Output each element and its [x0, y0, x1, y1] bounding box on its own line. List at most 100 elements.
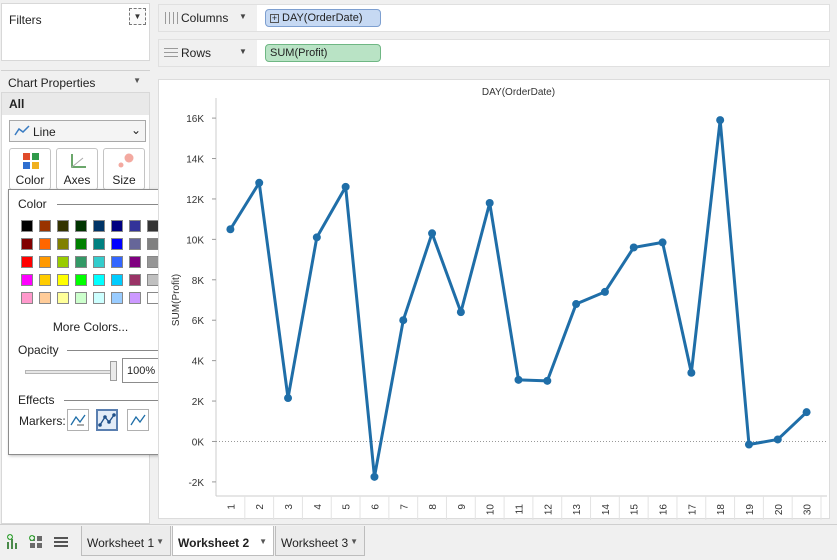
- chevron-down-icon[interactable]: ▼: [156, 537, 164, 546]
- chevron-down-icon[interactable]: ▼: [239, 12, 247, 21]
- chart-properties-header[interactable]: Chart Properties ▼: [1, 70, 150, 92]
- color-swatch[interactable]: [57, 220, 69, 232]
- data-point[interactable]: [255, 178, 264, 187]
- more-colors-link[interactable]: More Colors...: [9, 320, 172, 334]
- color-swatch[interactable]: [21, 238, 33, 250]
- color-swatch[interactable]: [93, 292, 105, 304]
- columns-pill[interactable]: + DAY(OrderDate): [265, 9, 381, 27]
- color-swatch[interactable]: [75, 292, 87, 304]
- color-swatch[interactable]: [75, 238, 87, 250]
- data-point[interactable]: [341, 182, 350, 191]
- x-tick-label: 14: [601, 504, 612, 516]
- color-swatch[interactable]: [57, 274, 69, 286]
- color-swatch[interactable]: [21, 292, 33, 304]
- markers-none-option[interactable]: [67, 409, 89, 431]
- opacity-input[interactable]: 100%: [122, 358, 162, 383]
- color-swatch[interactable]: [111, 292, 123, 304]
- tab-all-label: All: [9, 97, 25, 111]
- new-worksheet-icon[interactable]: [5, 534, 21, 550]
- tab-label: Worksheet 2: [178, 536, 250, 550]
- tab-worksheet-2[interactable]: Worksheet 2 ▼: [172, 526, 274, 556]
- columns-shelf[interactable]: Columns ▼ + DAY(OrderDate): [158, 4, 830, 32]
- mark-type-select[interactable]: Line ⌄: [9, 120, 146, 142]
- data-point[interactable]: [514, 375, 523, 384]
- color-swatch[interactable]: [129, 292, 141, 304]
- data-point[interactable]: [600, 287, 609, 296]
- y-tick-label: 14K: [186, 155, 204, 166]
- color-swatch[interactable]: [75, 256, 87, 268]
- color-swatch[interactable]: [129, 256, 141, 268]
- opacity-slider-track[interactable]: [25, 370, 115, 374]
- color-swatch[interactable]: [129, 274, 141, 286]
- filters-title: Filters: [9, 13, 42, 27]
- color-swatch[interactable]: [93, 256, 105, 268]
- chevron-down-icon[interactable]: ▼: [239, 47, 247, 56]
- chevron-down-icon[interactable]: ▼: [259, 537, 267, 546]
- x-tick-label: 15: [630, 504, 641, 516]
- color-swatch[interactable]: [39, 292, 51, 304]
- data-point[interactable]: [744, 440, 753, 449]
- color-button[interactable]: Color: [9, 148, 51, 190]
- data-point[interactable]: [773, 435, 782, 444]
- x-tick-label: 3: [284, 504, 295, 510]
- data-point[interactable]: [802, 408, 811, 417]
- rows-pill[interactable]: SUM(Profit): [265, 44, 381, 62]
- color-swatch[interactable]: [39, 220, 51, 232]
- data-point[interactable]: [687, 368, 696, 377]
- axes-button[interactable]: Axes: [56, 148, 98, 190]
- color-swatch[interactable]: [93, 238, 105, 250]
- data-point[interactable]: [485, 198, 494, 207]
- color-swatch[interactable]: [57, 256, 69, 268]
- line-chart-icon: [14, 125, 30, 136]
- color-swatch[interactable]: [111, 238, 123, 250]
- tab-worksheet-1[interactable]: Worksheet 1 ▼: [81, 526, 171, 556]
- color-swatch[interactable]: [39, 274, 51, 286]
- color-swatch[interactable]: [39, 256, 51, 268]
- color-swatch[interactable]: [21, 256, 33, 268]
- filters-menu-button[interactable]: ▼: [129, 8, 146, 25]
- markers-all-option[interactable]: [96, 409, 118, 431]
- data-point[interactable]: [716, 116, 725, 125]
- color-swatch[interactable]: [93, 220, 105, 232]
- color-swatch[interactable]: [111, 220, 123, 232]
- rows-shelf[interactable]: Rows ▼ SUM(Profit): [158, 39, 830, 67]
- size-button[interactable]: Size: [103, 148, 145, 190]
- sheet-list-icon[interactable]: [53, 534, 69, 550]
- data-point[interactable]: [456, 308, 465, 317]
- chevron-down-icon[interactable]: ▼: [350, 537, 358, 546]
- color-swatch[interactable]: [111, 256, 123, 268]
- data-point[interactable]: [312, 233, 321, 242]
- divider: [64, 400, 164, 401]
- color-swatch[interactable]: [129, 238, 141, 250]
- data-point[interactable]: [428, 229, 437, 238]
- data-point[interactable]: [572, 300, 581, 309]
- color-swatch[interactable]: [57, 238, 69, 250]
- markers-auto-option[interactable]: [127, 409, 149, 431]
- tab-all[interactable]: All: [2, 93, 149, 115]
- data-point[interactable]: [629, 243, 638, 252]
- tab-worksheet-3[interactable]: Worksheet 3 ▼: [275, 526, 365, 556]
- color-swatch[interactable]: [39, 238, 51, 250]
- divider: [57, 204, 164, 205]
- color-swatch[interactable]: [75, 220, 87, 232]
- data-point[interactable]: [658, 238, 667, 247]
- color-swatch[interactable]: [129, 220, 141, 232]
- color-swatch[interactable]: [111, 274, 123, 286]
- x-tick-label: 10: [486, 504, 497, 516]
- opacity-slider-thumb[interactable]: [110, 361, 117, 381]
- color-swatch[interactable]: [21, 220, 33, 232]
- color-swatch[interactable]: [93, 274, 105, 286]
- data-point[interactable]: [226, 225, 235, 234]
- data-point[interactable]: [284, 394, 293, 403]
- color-swatch[interactable]: [75, 274, 87, 286]
- y-tick-label: 4K: [192, 357, 205, 368]
- expand-plus-icon[interactable]: +: [270, 14, 279, 23]
- data-point[interactable]: [399, 316, 408, 325]
- color-swatch[interactable]: [57, 292, 69, 304]
- x-tick-label: 5: [342, 504, 353, 510]
- color-swatch[interactable]: [21, 274, 33, 286]
- y-tick-label: 8K: [192, 276, 205, 287]
- new-dashboard-icon[interactable]: [28, 534, 44, 550]
- data-point[interactable]: [543, 376, 552, 385]
- data-point[interactable]: [370, 472, 379, 481]
